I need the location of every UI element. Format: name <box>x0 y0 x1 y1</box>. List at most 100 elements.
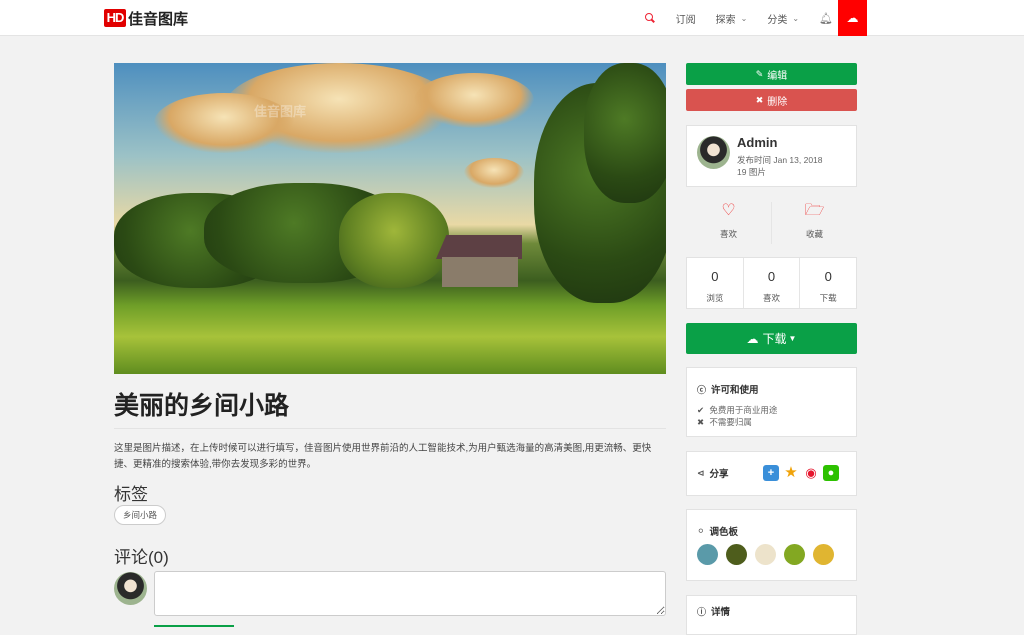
logo-text: 佳音图库 <box>128 10 189 28</box>
chevron-down-icon: ⌄ <box>792 13 800 23</box>
delete-button[interactable]: ✖ 删除 <box>686 89 857 111</box>
house-shape <box>434 235 522 287</box>
stats-panel: 0 浏览 0 喜欢 0 下载 <box>686 257 857 309</box>
folder-icon: 🗁︎ <box>804 202 825 219</box>
share-icon: ⊲ <box>697 467 705 478</box>
share-heading: ⊲ 分享 <box>697 466 729 481</box>
stat-value: 0 <box>767 269 776 284</box>
comments-heading: 评论(0) <box>114 548 169 567</box>
stat-likes: 0 喜欢 <box>744 258 801 308</box>
top-navigation-bar: HD 佳音图库 订阅 探索 ⌄ 分类 ⌄ 🔔︎ ☁ <box>0 0 1024 36</box>
color-swatches <box>697 544 842 565</box>
logo-mark: HD <box>104 9 126 27</box>
details-heading: ⓘ 详情 <box>697 604 731 619</box>
author-name[interactable]: Admin <box>737 135 777 150</box>
nav-subscribe-label: 订阅 <box>675 14 696 26</box>
license-title: 许可和使用 <box>711 385 759 396</box>
collect-label: 收藏 <box>805 229 823 239</box>
palette-heading: ⚪ 调色板 <box>697 524 739 539</box>
pencil-icon: ✎ <box>755 68 764 79</box>
cloud-shape <box>464 158 524 188</box>
cc-icon: ⓒ <box>697 384 707 395</box>
license-item-text: 免费用于商业用途 <box>709 405 778 415</box>
palette-title: 调色板 <box>709 527 739 538</box>
author-card: Admin 发布时间 Jan 13, 2018 19 图片 <box>686 125 857 187</box>
tag-chip[interactable]: 乡间小路 <box>114 505 167 525</box>
like-button[interactable]: ♡ 喜欢 <box>686 200 771 240</box>
color-swatch[interactable] <box>697 544 718 565</box>
edit-button-label: 编辑 <box>767 70 788 82</box>
stat-downloads: 0 下载 <box>800 258 856 308</box>
divider <box>114 428 666 429</box>
check-icon: ✔ <box>697 405 705 415</box>
publish-date: 发布时间 Jan 13, 2018 <box>737 155 823 165</box>
cloud-upload-icon: ☁ <box>846 11 859 25</box>
comment-input[interactable] <box>154 571 666 616</box>
caret-down-icon: ▼ <box>788 334 797 343</box>
cross-icon: ✖ <box>697 417 705 427</box>
avatar <box>114 572 147 605</box>
cloud-download-icon: ☁ <box>746 331 759 346</box>
color-swatch[interactable] <box>755 544 776 565</box>
info-icon: ⓘ <box>697 606 707 617</box>
stat-value: 0 <box>711 269 719 284</box>
color-swatch[interactable] <box>784 544 805 565</box>
collect-button[interactable]: 🗁︎ 收藏 <box>772 200 857 240</box>
tree-shape <box>339 193 449 288</box>
stat-label: 浏览 <box>706 293 724 303</box>
close-circle-icon: ✖ <box>755 94 764 105</box>
main-nav: 订阅 探索 ⌄ 分类 ⌄ 🔔︎ <box>644 0 867 36</box>
details-card: ⓘ 详情 <box>686 595 857 635</box>
like-label: 喜欢 <box>719 229 737 239</box>
page-title: 美丽的乡间小路 <box>114 392 290 420</box>
color-swatch[interactable] <box>726 544 747 565</box>
cloud-shape <box>414 73 534 128</box>
photo-watermark: 佳音图库 <box>254 104 307 119</box>
edit-button[interactable]: ✎ 编辑 <box>686 63 857 85</box>
stat-value: 0 <box>824 269 832 284</box>
weibo-icon[interactable]: ◉ <box>803 465 819 481</box>
download-button-label: 下载 <box>762 332 787 346</box>
photo-count: 19 图片 <box>737 167 766 177</box>
nav-category-label: 分类 <box>767 14 788 26</box>
license-item: ✔ 免费用于商业用途 <box>697 404 777 416</box>
details-title: 详情 <box>711 607 731 618</box>
action-bar: ♡ 喜欢 🗁︎ 收藏 <box>686 200 857 246</box>
color-swatch[interactable] <box>813 544 834 565</box>
avatar[interactable] <box>697 136 730 169</box>
author-meta: 发布时间 Jan 13, 2018 19 图片 <box>737 154 823 178</box>
nav-category[interactable]: 分类 ⌄ <box>767 11 799 26</box>
photo-description: 这里是图片描述，在上传时候可以进行填写，佳音图片使用世界前沿的人工智能技术,为用… <box>114 443 652 470</box>
nav-subscribe[interactable]: 订阅 <box>676 11 696 26</box>
star-share-icon[interactable]: ★ <box>783 465 799 481</box>
license-item: ✖ 不需要归属 <box>697 416 752 428</box>
nav-explore-label: 探索 <box>715 14 736 26</box>
license-card: ⓒ 许可和使用 ✔ 免费用于商业用途 ✖ 不需要归属 <box>686 367 857 437</box>
license-heading: ⓒ 许可和使用 <box>697 382 759 397</box>
share-title: 分享 <box>709 469 729 480</box>
stat-label: 下载 <box>819 293 837 303</box>
palette-card: ⚪ 调色板 <box>686 509 857 581</box>
site-logo[interactable]: HD 佳音图库 <box>104 8 188 28</box>
stat-views: 0 浏览 <box>687 258 744 308</box>
bell-icon[interactable]: 🔔︎ <box>819 12 833 25</box>
wechat-icon[interactable]: ● <box>823 465 839 481</box>
search-icon[interactable] <box>644 12 656 24</box>
license-item-text: 不需要归属 <box>709 417 752 427</box>
tree-shape <box>584 63 666 203</box>
tags-heading: 标签 <box>114 485 148 504</box>
main-photo: 佳音图库 <box>114 63 666 374</box>
share-card: ⊲ 分享 + ★ ◉ ● <box>686 451 857 496</box>
delete-button-label: 删除 <box>767 96 788 108</box>
share-buttons: + ★ ◉ ● <box>763 465 843 481</box>
plus-share-icon[interactable]: + <box>763 465 779 481</box>
nav-explore[interactable]: 探索 ⌄ <box>716 11 748 26</box>
house-roof <box>436 235 522 259</box>
chevron-down-icon: ⌄ <box>740 13 748 23</box>
heart-icon: ♡ <box>721 202 736 219</box>
stat-label: 喜欢 <box>763 293 781 303</box>
house-wall <box>442 257 518 287</box>
droplet-icon: ⚪ <box>697 525 705 536</box>
download-button[interactable]: ☁ 下载 ▼ <box>686 323 857 354</box>
upload-button[interactable]: ☁ <box>838 0 867 36</box>
